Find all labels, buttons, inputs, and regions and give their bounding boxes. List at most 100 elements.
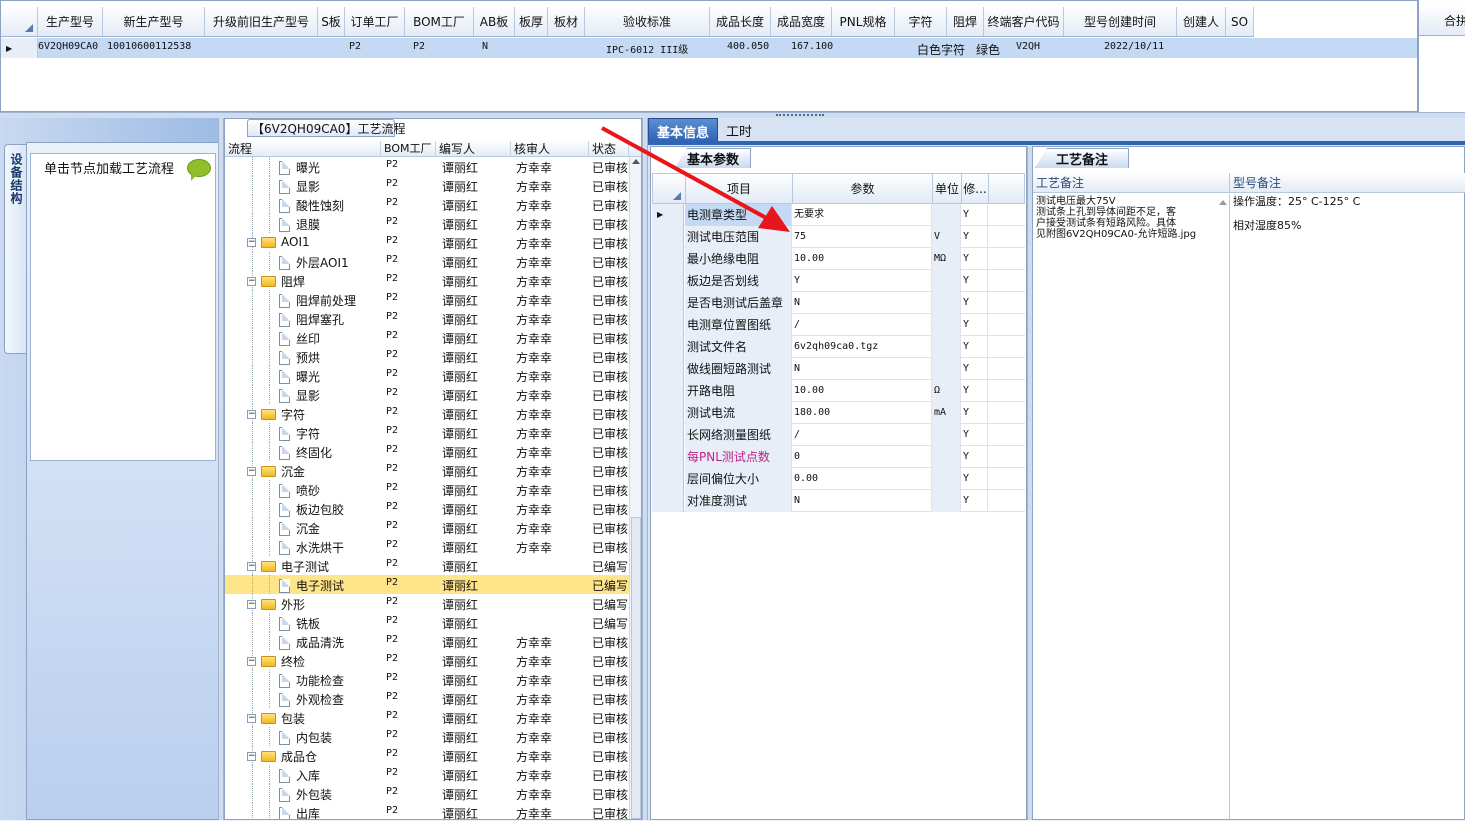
flow-row[interactable]: − AOI1 P2 谭丽红 方幸幸 已审核 (225, 233, 629, 252)
flow-node[interactable]: 丝印 (279, 330, 320, 347)
flow-node[interactable]: 内包装 (279, 729, 332, 746)
flow-row[interactable]: 成品清洗 P2 谭丽红 方幸幸 已审核 (225, 632, 629, 651)
flow-col-writer[interactable]: 编写人 (436, 141, 511, 157)
flow-row[interactable]: 外层AOI1 P2 谭丽红 方幸幸 已审核 (225, 252, 629, 271)
collapse-icon[interactable]: − (247, 562, 256, 571)
flow-node[interactable]: 外层AOI1 (279, 254, 349, 271)
flow-row[interactable]: − 字符 P2 谭丽红 方幸幸 已审核 (225, 404, 629, 423)
flow-row[interactable]: 曝光 P2 谭丽红 方幸幸 已审核 (225, 157, 629, 176)
collapse-icon[interactable]: − (247, 410, 256, 419)
tab-work-hours[interactable]: 工时 (718, 118, 760, 142)
flow-row[interactable]: 曝光 P2 谭丽红 方幸幸 已审核 (225, 366, 629, 385)
param-row[interactable]: 测试电流 180.00 mA Y (652, 402, 1025, 424)
remark-scrollbar[interactable] (1216, 194, 1230, 821)
flow-node[interactable]: 成品清洗 (279, 634, 344, 651)
flow-node[interactable]: 板边包胶 (279, 501, 344, 518)
tab-basic-info[interactable]: 基本信息 (648, 118, 719, 142)
grid-corner[interactable] (1, 7, 38, 36)
flow-node[interactable]: 铣板 (279, 615, 320, 632)
remarks-col-model[interactable]: 型号备注 (1230, 173, 1465, 193)
flow-row[interactable]: − 电子测试 P2 谭丽红 已编写 (225, 556, 629, 575)
collapse-icon[interactable]: − (247, 714, 256, 723)
collapse-icon[interactable]: − (247, 752, 256, 761)
param-row[interactable]: 层间偏位大小 0.00 Y (652, 468, 1025, 490)
flow-node[interactable]: 外观检查 (279, 691, 344, 708)
model-grid-row[interactable]: ▶ 6V2QH09CA0 10010600112538 P2 P2 N IPC-… (1, 38, 1417, 58)
param-value-cell[interactable]: 0.00 (792, 468, 932, 490)
model-col-header[interactable]: 新生产型号 (103, 7, 205, 36)
param-row[interactable]: 做线圈短路测试 N Y (652, 358, 1025, 380)
merge-column-header[interactable]: 合拼 (1419, 6, 1465, 36)
flow-node[interactable]: − 阻焊 (247, 273, 305, 290)
flow-node[interactable]: 酸性蚀刻 (279, 197, 344, 214)
param-row[interactable]: 板边是否划线 Y Y (652, 270, 1025, 292)
model-col-header[interactable]: 生产型号 (38, 7, 103, 36)
param-row[interactable]: 每PNL测试点数 0 Y (652, 446, 1025, 468)
flow-row[interactable]: − 阻焊 P2 谭丽红 方幸幸 已审核 (225, 271, 629, 290)
structure-tree[interactable]: 单击节点加载工艺流程 (30, 153, 216, 461)
cell-acceptance-standard[interactable]: IPC-6012 III级 (606, 41, 688, 56)
collapse-icon[interactable]: − (247, 277, 256, 286)
flow-col-bom-factory[interactable]: BOM工厂 (381, 141, 436, 157)
flow-row[interactable]: 显影 P2 谭丽红 方幸幸 已审核 (225, 176, 629, 195)
model-col-header[interactable]: 创建人 (1177, 7, 1226, 36)
param-value-cell[interactable]: 6v2qh09ca0.tgz (792, 336, 932, 358)
param-row[interactable]: 测试文件名 6v2qh09ca0.tgz Y (652, 336, 1025, 358)
cell-finished-length[interactable]: 400.050 (727, 41, 769, 52)
params-col-modifiable[interactable]: 修... (962, 174, 989, 204)
collapse-icon[interactable]: − (247, 467, 256, 476)
cell-ab-board[interactable]: N (482, 41, 488, 52)
cell-order-factory[interactable]: P2 (349, 41, 361, 52)
flow-row[interactable]: 阻焊塞孔 P2 谭丽红 方幸幸 已审核 (225, 309, 629, 328)
model-col-header[interactable]: PNL规格 (832, 7, 895, 36)
flow-node[interactable]: 喷砂 (279, 482, 320, 499)
cell-finished-width[interactable]: 167.100 (791, 41, 833, 52)
param-value-cell[interactable]: 10.00 (792, 248, 932, 270)
param-row[interactable]: 电测章位置图纸 / Y (652, 314, 1025, 336)
flow-node[interactable]: − 外形 (247, 596, 305, 613)
scroll-up-icon[interactable] (632, 159, 640, 164)
param-row[interactable]: 最小绝缘电阻 10.00 MΩ Y (652, 248, 1025, 270)
params-col-item[interactable]: 项目 (686, 174, 793, 204)
cell-customer-code[interactable]: V2QH (1016, 41, 1040, 52)
model-col-header[interactable]: AB板 (474, 7, 515, 36)
flow-node[interactable]: 水洗烘干 (279, 539, 344, 556)
flow-col-process[interactable]: 流程 (225, 141, 381, 157)
tab-device-structure[interactable]: 设备结构 (4, 144, 26, 354)
cell-character[interactable]: 白色字符 (917, 41, 965, 58)
flow-node[interactable]: − 沉金 (247, 463, 305, 480)
collapse-icon[interactable]: − (247, 600, 256, 609)
model-col-header[interactable]: S板 (318, 7, 345, 36)
model-col-header[interactable]: BOM工厂 (405, 7, 474, 36)
param-row[interactable]: ▶ 电测章类型 无要求 Y (652, 204, 1025, 226)
flow-node[interactable]: 显影 (279, 387, 320, 404)
cell-bom-factory[interactable]: P2 (413, 41, 425, 52)
param-value-cell[interactable]: Y (792, 270, 932, 292)
flow-row[interactable]: 铣板 P2 谭丽红 已编写 (225, 613, 629, 632)
param-row[interactable]: 是否电测试后盖章 N Y (652, 292, 1025, 314)
model-col-header[interactable]: 终端客户代码 (984, 7, 1064, 36)
flow-row[interactable]: 板边包胶 P2 谭丽红 方幸幸 已审核 (225, 499, 629, 518)
params-col-unit[interactable]: 单位 (933, 174, 962, 204)
flow-node[interactable]: − 终检 (247, 653, 305, 670)
cell-new-model[interactable]: 10010600112538 (107, 41, 191, 52)
flow-col-reviewer[interactable]: 核审人 (511, 141, 589, 157)
flow-node[interactable]: 外包装 (279, 786, 332, 803)
flow-row[interactable]: 阻焊前处理 P2 谭丽红 方幸幸 已审核 (225, 290, 629, 309)
param-value-cell[interactable]: N (792, 490, 932, 512)
flow-node[interactable]: 曝光 (279, 159, 320, 176)
collapse-icon[interactable]: − (247, 657, 256, 666)
model-col-header[interactable]: 板材 (548, 7, 585, 36)
flow-row[interactable]: − 成品仓 P2 谭丽红 方幸幸 已审核 (225, 746, 629, 765)
param-row[interactable]: 测试电压范围 75 V Y (652, 226, 1025, 248)
flow-node[interactable]: − 字符 (247, 406, 305, 423)
flow-row[interactable]: − 沉金 P2 谭丽红 方幸幸 已审核 (225, 461, 629, 480)
subtab-basic-params[interactable]: 基本参数 (675, 148, 751, 168)
flow-row[interactable]: 外包装 P2 谭丽红 方幸幸 已审核 (225, 784, 629, 803)
model-col-header[interactable]: 验收标准 (585, 7, 710, 36)
collapse-icon[interactable]: − (247, 237, 256, 247)
flow-row[interactable]: − 包装 P2 谭丽红 方幸幸 已审核 (225, 708, 629, 727)
model-col-header[interactable]: 升级前旧生产型号 (205, 7, 318, 36)
flow-row[interactable]: 显影 P2 谭丽红 方幸幸 已审核 (225, 385, 629, 404)
flow-node[interactable]: 曝光 (279, 368, 320, 385)
